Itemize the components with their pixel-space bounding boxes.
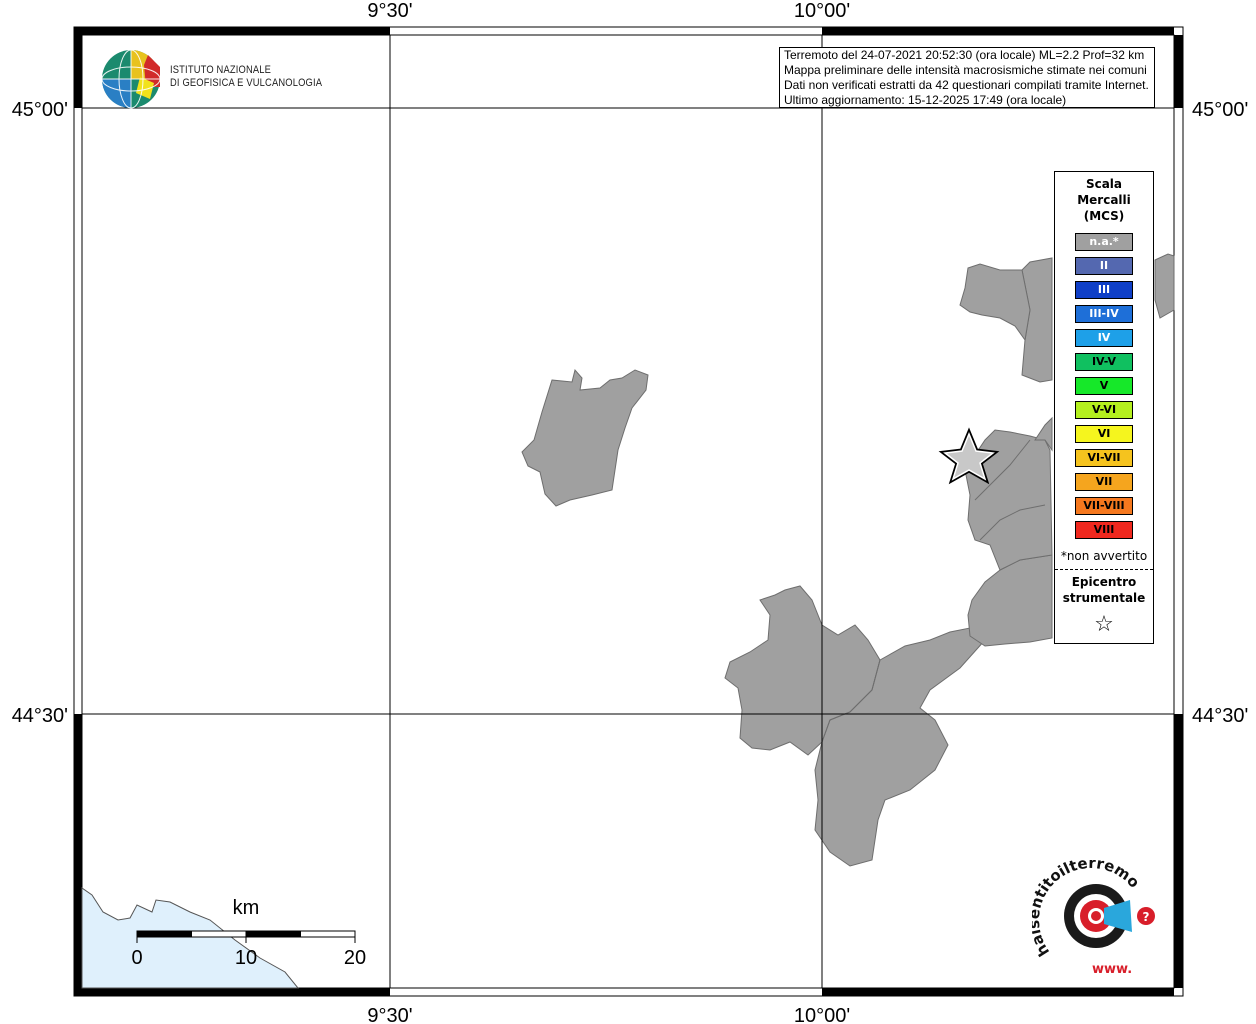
ingv-name-line1: ISTITUTO NAZIONALE bbox=[170, 64, 272, 76]
legend-item: III bbox=[1075, 281, 1133, 299]
haisentito-logo-icon: ? haisentitoilterremoto.it www. bbox=[1025, 846, 1155, 977]
legend-epicentre-label: Epicentro strumentale bbox=[1055, 574, 1153, 606]
svg-text:?: ? bbox=[1143, 910, 1150, 924]
legend-item: IV-V bbox=[1075, 353, 1133, 371]
ingv-globe-icon bbox=[101, 49, 161, 109]
event-info-box: Terremoto del 24-07-2021 20:52:30 (ora l… bbox=[779, 47, 1155, 108]
axis-label-top-1: 9°30' bbox=[367, 0, 412, 22]
event-info-line3: Dati non verificati estratti da 42 quest… bbox=[784, 78, 1149, 92]
legend-note: *non avvertito bbox=[1060, 549, 1148, 563]
axis-label-right-2: 44°30' bbox=[1192, 705, 1248, 727]
legend-epicentre-line2: strumentale bbox=[1062, 591, 1146, 605]
legend-item: VI-VII bbox=[1075, 449, 1133, 467]
axis-label-left-2: 44°30' bbox=[12, 705, 68, 727]
intensity-legend: Scala Mercalli (MCS) n.a.* II III III-IV IV I… bbox=[1054, 171, 1154, 644]
event-info-line2: Mappa preliminare delle intensità macros… bbox=[784, 63, 1147, 77]
legend-epicentre-line1: Epicentro bbox=[1071, 575, 1137, 589]
ingv-name: ISTITUTO NAZIONALE DI GEOFISICA E VULCAN… bbox=[170, 64, 322, 90]
legend-title: Scala Mercalli (MCS) bbox=[1055, 176, 1153, 224]
event-info-line1: Terremoto del 24-07-2021 20:52:30 (ora l… bbox=[784, 48, 1145, 62]
legend-item: n.a.* bbox=[1075, 233, 1133, 251]
scale-tick-20: 20 bbox=[344, 947, 366, 969]
legend-item: III-IV bbox=[1075, 305, 1133, 323]
municipality-polygon bbox=[1154, 253, 1175, 319]
legend-item: II bbox=[1075, 257, 1133, 275]
axis-label-bottom-2: 10°00' bbox=[794, 1005, 850, 1024]
legend-item: VII bbox=[1075, 473, 1133, 491]
scale-unit: km bbox=[233, 897, 260, 919]
haisentito-www: www. bbox=[1092, 962, 1132, 977]
legend-items: n.a.* II III III-IV IV IV-V V V-VI VI VI-VII VII VI… bbox=[1055, 233, 1153, 539]
legend-title-line1: Scala bbox=[1085, 177, 1123, 191]
event-info-line4: Ultimo aggiornamento: 15-12-2025 17:49 (… bbox=[784, 93, 1067, 107]
legend-item: VIII bbox=[1075, 521, 1133, 539]
axis-label-top-2: 10°00' bbox=[794, 0, 850, 22]
axis-label-left-1: 45°00' bbox=[12, 99, 68, 121]
scale-tick-0: 0 bbox=[131, 947, 142, 969]
legend-item: V-VI bbox=[1075, 401, 1133, 419]
axis-label-right-1: 45°00' bbox=[1192, 99, 1248, 121]
legend-item: VI bbox=[1075, 425, 1133, 443]
axis-label-bottom-1: 9°30' bbox=[367, 1005, 412, 1024]
haisentito-logo: ? haisentitoilterremoto.it www. bbox=[1025, 846, 1162, 980]
legend-item: IV bbox=[1075, 329, 1133, 347]
legend-item: VII-VIII bbox=[1075, 497, 1133, 515]
ingv-name-line2: DI GEOFISICA E VULCANOLOGIA bbox=[170, 77, 323, 89]
scale-tick-10: 10 bbox=[235, 947, 257, 969]
legend-item: V bbox=[1075, 377, 1133, 395]
legend-star-icon: ☆ bbox=[1094, 612, 1114, 637]
legend-title-line3: (MCS) bbox=[1083, 209, 1125, 223]
legend-title-line2: Mercalli bbox=[1077, 193, 1131, 207]
legend-separator bbox=[1055, 569, 1153, 570]
